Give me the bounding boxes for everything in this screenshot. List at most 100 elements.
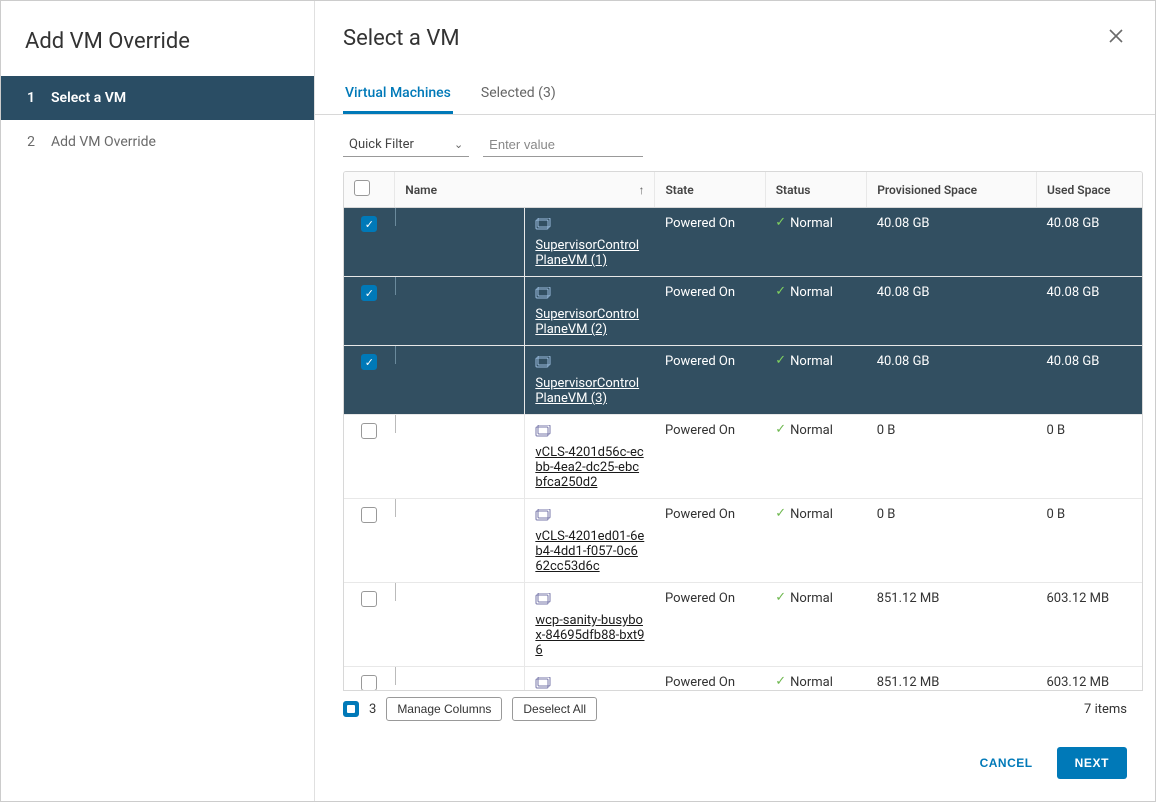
add-vm-override-dialog: Add VM Override 1 Select a VM 2 Add VM O…: [0, 0, 1156, 802]
table-row[interactable]: ✓SupervisorControlPlaneVM (1)Powered On✓…: [344, 208, 1143, 277]
vm-name-link[interactable]: SupervisorControlPlaneVM (1): [535, 238, 645, 268]
vm-status: ✓Normal: [765, 346, 866, 415]
vm-name-link[interactable]: wcp-sanity-busybox-84695dfb88-bxt96: [535, 613, 645, 658]
vm-used: 0 B: [1037, 499, 1144, 583]
deselect-all-button[interactable]: Deselect All: [512, 697, 597, 721]
row-checkbox[interactable]: [361, 591, 377, 607]
status-text: Normal: [790, 423, 833, 438]
table-row[interactable]: wcp-sanity-busybox-84695dfb88-bxt96Power…: [344, 583, 1143, 667]
vm-state: Powered On: [655, 499, 765, 583]
row-checkbox-cell[interactable]: [344, 667, 395, 692]
item-count: 7 items: [1084, 702, 1127, 717]
vm-status: ✓Normal: [765, 499, 866, 583]
column-header-status[interactable]: Status: [765, 172, 866, 208]
vm-provisioned: 40.08 GB: [867, 346, 1037, 415]
row-checkbox-cell[interactable]: [344, 583, 395, 667]
vm-icon: [535, 356, 551, 370]
row-checkbox[interactable]: ✓: [361, 285, 377, 301]
select-all-checkbox[interactable]: [354, 180, 370, 196]
tab-bar: Virtual Machines Selected (3): [315, 75, 1155, 115]
row-checkbox[interactable]: [361, 507, 377, 523]
vm-name-link[interactable]: SupervisorControlPlaneVM (2): [535, 307, 645, 337]
wizard-step-add-override[interactable]: 2 Add VM Override: [1, 120, 314, 164]
row-checkbox-cell[interactable]: ✓: [344, 346, 395, 415]
tab-selected[interactable]: Selected (3): [479, 75, 558, 114]
vm-state: Powered On: [655, 346, 765, 415]
manage-columns-button[interactable]: Manage Columns: [386, 697, 502, 721]
row-checkbox[interactable]: ✓: [361, 216, 377, 232]
row-checkbox-cell[interactable]: [344, 415, 395, 499]
vm-name-cell: vCLS-4201d56c-ecbb-4ea2-dc25-ebcbfca250d…: [525, 415, 655, 499]
vm-used: 40.08 GB: [1037, 346, 1144, 415]
vm-icon: [535, 509, 551, 523]
vm-name-cell: wcp-sanity-busybox-84695dfb88-fnhpg: [525, 667, 655, 692]
vm-name-cell: SupervisorControlPlaneVM (3): [525, 346, 655, 415]
cancel-button[interactable]: CANCEL: [974, 748, 1039, 778]
column-header-state[interactable]: State: [655, 172, 765, 208]
row-checkbox[interactable]: [361, 675, 377, 691]
panel-header: Select a VM: [315, 1, 1155, 61]
panel-title: Select a VM: [343, 26, 460, 51]
vm-status: ✓Normal: [765, 208, 866, 277]
vm-status: ✓ Normal: [765, 667, 866, 692]
filter-input[interactable]: [483, 133, 643, 157]
table-header-row: Name ↑ State Status Provisioned Space Us…: [344, 172, 1143, 208]
vm-icon: [535, 677, 551, 691]
close-icon[interactable]: [1105, 25, 1127, 51]
table-row[interactable]: ✓SupervisorControlPlaneVM (2)Powered On✓…: [344, 277, 1143, 346]
vm-icon: [535, 287, 551, 301]
wizard-title: Add VM Override: [1, 1, 314, 76]
filter-row: Quick Filter ⌄: [315, 115, 1155, 171]
vm-provisioned: 851.12 MB: [867, 583, 1037, 667]
vm-used: 603.12 MB: [1037, 667, 1144, 692]
status-ok-icon: ✓: [775, 285, 786, 298]
chevron-down-icon: ⌄: [454, 138, 463, 151]
row-checkbox-cell[interactable]: [344, 499, 395, 583]
row-checkbox-cell[interactable]: ✓: [344, 277, 395, 346]
table-row[interactable]: vCLS-4201d56c-ecbb-4ea2-dc25-ebcbfca250d…: [344, 415, 1143, 499]
selected-count: 3: [369, 702, 376, 717]
table-row[interactable]: wcp-sanity-busybox-84695dfb88-fnhpgPower…: [344, 667, 1143, 692]
step-number: 2: [25, 134, 35, 150]
quick-filter-label: Quick Filter: [349, 137, 414, 152]
table-row[interactable]: vCLS-4201ed01-6eb4-4dd1-f057-0c662cc53d6…: [344, 499, 1143, 583]
table-row[interactable]: ✓ SupervisorControlPlaneVM (3) Powered On✓…: [344, 346, 1143, 415]
column-header-checkbox[interactable]: [344, 172, 395, 208]
vm-provisioned: 0 B: [867, 499, 1037, 583]
vm-name-cell: vCLS-4201ed01-6eb4-4dd1-f057-0c662cc53d6…: [525, 499, 655, 583]
vm-provisioned: 40.08 GB: [867, 208, 1037, 277]
table-footer-left: 3 Manage Columns Deselect All: [343, 697, 597, 721]
status-text: Normal: [790, 675, 833, 690]
status-text: Normal: [790, 591, 833, 606]
vm-state: Powered On: [655, 415, 765, 499]
column-header-provisioned[interactable]: Provisioned Space: [867, 172, 1037, 208]
status-ok-icon: ✓: [775, 591, 786, 604]
quick-filter-dropdown[interactable]: Quick Filter ⌄: [343, 133, 469, 157]
vm-state: Powered On: [655, 583, 765, 667]
row-checkbox[interactable]: [361, 423, 377, 439]
vm-name-link[interactable]: vCLS-4201d56c-ecbb-4ea2-dc25-ebcbfca250d…: [535, 445, 645, 490]
row-checkbox[interactable]: ✓: [361, 354, 377, 370]
footer-select-indicator[interactable]: [343, 701, 359, 717]
status-text: Normal: [790, 507, 833, 522]
vm-name-cell: SupervisorControlPlaneVM (1): [525, 208, 655, 277]
step-number: 1: [25, 90, 35, 106]
vm-name-cell: wcp-sanity-busybox-84695dfb88-bxt96: [525, 583, 655, 667]
status-text: Normal: [790, 216, 833, 231]
next-button[interactable]: NEXT: [1057, 747, 1127, 779]
vm-name-link[interactable]: SupervisorControlPlaneVM (3): [535, 376, 645, 406]
tab-virtual-machines[interactable]: Virtual Machines: [343, 75, 453, 114]
wizard-step-select-vm[interactable]: 1 Select a VM: [1, 76, 314, 120]
status-ok-icon: ✓: [775, 675, 786, 688]
column-header-name[interactable]: Name ↑: [395, 172, 655, 208]
vm-name-cell: SupervisorControlPlaneVM (2): [525, 277, 655, 346]
vm-name-link[interactable]: vCLS-4201ed01-6eb4-4dd1-f057-0c662cc53d6…: [535, 529, 645, 574]
wizard-steps-panel: Add VM Override 1 Select a VM 2 Add VM O…: [1, 1, 315, 801]
wizard-step-list: 1 Select a VM 2 Add VM Override: [1, 76, 314, 164]
row-divider: [395, 208, 525, 277]
status-text: Normal: [790, 354, 833, 369]
row-checkbox-cell[interactable]: ✓: [344, 208, 395, 277]
step-label: Select a VM: [51, 90, 126, 106]
column-header-used[interactable]: Used Space: [1037, 172, 1144, 208]
row-divider: [395, 346, 525, 415]
